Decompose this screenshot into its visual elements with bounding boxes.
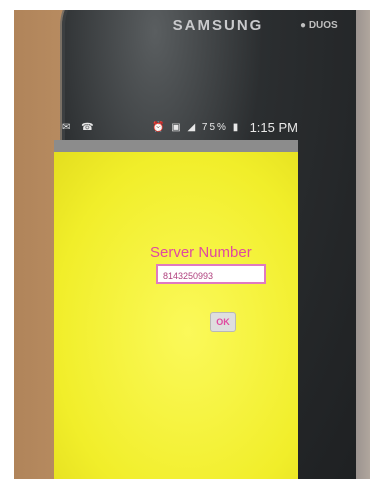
- status-time: 1:15 PM: [249, 120, 298, 135]
- photo-edge: [356, 10, 370, 479]
- system-status-icons: ⏰ ▣ ◢ 75% ▮: [152, 122, 241, 133]
- ok-button[interactable]: OK: [210, 312, 236, 332]
- brand-logo: SAMSUNG: [172, 17, 264, 34]
- app-screen: [54, 152, 298, 479]
- notification-icons: ✉ ☎: [62, 122, 98, 133]
- app-header-strip: [54, 140, 298, 152]
- status-bar: ✉ ☎ ⏰ ▣ ◢ 75% ▮ 1:15 PM: [52, 120, 298, 138]
- dialog-title: Server Number: [150, 244, 252, 261]
- model-badge: ● DUOS: [300, 20, 338, 31]
- server-number-field[interactable]: 8143250993: [156, 264, 266, 284]
